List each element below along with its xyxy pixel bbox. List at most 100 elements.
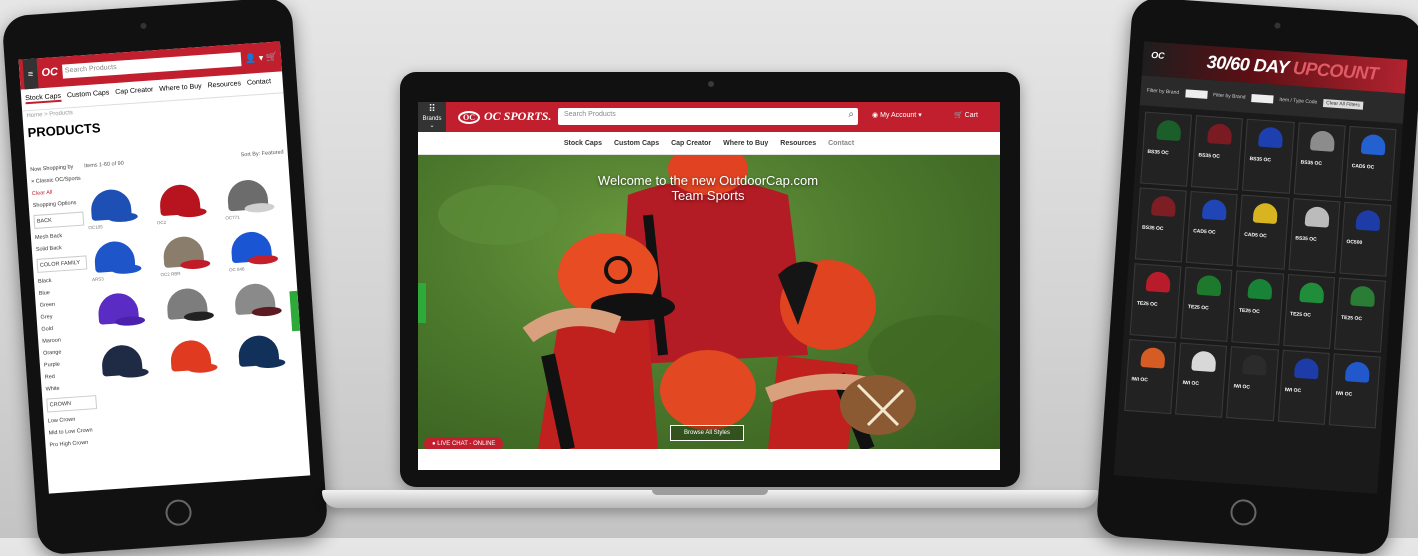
tab-resources[interactable]: Resources	[207, 80, 241, 91]
product-card[interactable]: OC2	[154, 177, 207, 225]
search-input[interactable]: Search Products ⌕	[558, 108, 858, 125]
style-code: CAD5 OC	[1244, 231, 1267, 240]
tab-where-to-buy[interactable]: Where to Buy	[159, 83, 202, 95]
closeout-card[interactable]: BS35 OC	[1140, 111, 1193, 187]
closeout-card[interactable]: BS35 OC	[1191, 115, 1244, 191]
nav-resources[interactable]: Resources	[780, 140, 816, 147]
product-card[interactable]: OC 846	[226, 224, 279, 273]
cap-image	[1202, 198, 1228, 221]
filter-group-back[interactable]: BACK	[33, 211, 85, 229]
closeout-card[interactable]: TE25 OC	[1333, 277, 1386, 353]
style-code: CAD5 OC	[1351, 163, 1375, 171]
filter-group-color[interactable]: COLOR FAMILY	[36, 255, 88, 273]
page-footer-strip	[418, 449, 1000, 470]
closeout-card[interactable]: BS35 OC	[1242, 118, 1295, 194]
logo-mark: OC	[458, 111, 480, 124]
product-card[interactable]: ARS3	[89, 234, 142, 282]
cap-image	[1355, 209, 1381, 232]
product-card[interactable]	[93, 286, 146, 333]
chevron-down-icon: ▾	[918, 112, 922, 119]
tab-stock-caps[interactable]: Stock Caps	[25, 92, 62, 105]
style-code: IWI OC	[1335, 390, 1353, 398]
site-logo[interactable]: OC OC SPORTS.	[458, 109, 551, 124]
product-card[interactable]	[230, 276, 283, 323]
closeout-card[interactable]: TE25 OC	[1180, 266, 1233, 342]
filter-label: Item / Type Code	[1279, 96, 1318, 106]
closeout-card[interactable]: TE25 OC	[1129, 263, 1182, 339]
browse-all-styles-button[interactable]: Browse All Styles	[670, 425, 744, 441]
banner-title-b: UPCOUNT	[1292, 57, 1379, 84]
product-card[interactable]	[233, 328, 286, 375]
style-code: BS35 OC	[1300, 159, 1323, 168]
product-label: OC771	[225, 214, 240, 221]
nav-contact[interactable]: Contact	[828, 140, 854, 147]
welcome-line-2: Team Sports	[671, 188, 745, 203]
closeout-card[interactable]: CAD5 OC	[1185, 190, 1239, 267]
left-tablet: ≡ OC Search Products 👤 ▾ 🛒 Stock Caps Cu…	[1, 0, 329, 556]
closeout-card[interactable]: IWI OC	[1124, 339, 1177, 415]
items-count: Items 1-60 of 90	[83, 160, 125, 170]
filter-select[interactable]	[1251, 93, 1274, 104]
closeout-card[interactable]: IWI OC	[1277, 349, 1330, 425]
closeout-card[interactable]: TE25 OC	[1231, 270, 1284, 346]
product-card[interactable]: OC105	[85, 182, 139, 230]
product-card[interactable]	[96, 337, 149, 384]
filter-group-crown[interactable]: CROWN	[46, 395, 98, 413]
product-card[interactable]: OC2 RBR	[158, 229, 211, 278]
cap-image	[1258, 126, 1284, 149]
style-code: TE25 OC	[1289, 311, 1312, 319]
nav-stock-caps[interactable]: Stock Caps	[564, 140, 602, 147]
search-icon[interactable]: ⌕	[848, 109, 854, 120]
product-card[interactable]: OC771	[222, 172, 276, 221]
tablet-screen-closeout: OC 30/60 DAY UPCOUNT Filter by Brand Fil…	[1113, 41, 1408, 494]
cap-image	[1344, 361, 1371, 383]
nav-cap-creator[interactable]: Cap Creator	[671, 140, 711, 147]
laptop-notch	[652, 490, 768, 495]
cart-link[interactable]: 🛒 Cart	[954, 111, 978, 119]
cap-image	[1145, 271, 1172, 293]
tab-cap-creator[interactable]: Cap Creator	[115, 86, 154, 98]
chat-tab[interactable]	[418, 283, 426, 323]
logo[interactable]: OC	[1151, 50, 1165, 61]
closeout-card[interactable]: TE25 OC	[1282, 273, 1335, 350]
closeout-card[interactable]: IWI OC	[1328, 353, 1381, 429]
style-code: TE25 OC	[1187, 304, 1209, 312]
filter-option[interactable]: Solid Back	[35, 240, 86, 255]
closeout-card[interactable]: CAD5 OC	[1237, 194, 1290, 270]
hamburger-icon[interactable]: ≡	[22, 58, 39, 90]
sort-select[interactable]: Sort By: Featured	[240, 149, 283, 158]
my-account-menu[interactable]: ◉ My Account ▾	[872, 111, 922, 119]
product-card[interactable]	[165, 333, 218, 380]
closeout-card[interactable]: BS35 OC	[1293, 122, 1346, 198]
nav-custom-caps[interactable]: Custom Caps	[614, 140, 659, 147]
closeout-card[interactable]: BS35 OC	[1134, 187, 1187, 263]
cap-image	[1349, 285, 1376, 308]
closeout-card[interactable]: OC500	[1339, 201, 1392, 277]
closeout-card[interactable]: IWI OC	[1226, 346, 1279, 422]
account-cart-icons[interactable]: 👤 ▾ 🛒	[245, 51, 278, 64]
style-code: IWI OC	[1131, 376, 1149, 384]
tab-contact[interactable]: Contact	[247, 78, 272, 89]
tab-custom-caps[interactable]: Custom Caps	[67, 89, 110, 101]
nav-where-to-buy[interactable]: Where to Buy	[723, 140, 768, 147]
right-tablet: OC 30/60 DAY UPCOUNT Filter by Brand Fil…	[1095, 0, 1418, 556]
live-chat-button[interactable]: ● LIVE CHAT - ONLINE	[424, 437, 504, 449]
tablet-screen-products: ≡ OC Search Products 👤 ▾ 🛒 Stock Caps Cu…	[18, 41, 311, 494]
product-label: OC2 RBR	[160, 270, 181, 278]
product-card[interactable]	[161, 281, 214, 328]
logo[interactable]: OC	[41, 66, 58, 79]
cap-image	[1207, 123, 1233, 145]
closeout-card[interactable]: CAD5 OC	[1344, 125, 1397, 201]
closeout-card[interactable]: IWI OC	[1175, 342, 1228, 418]
filter-option[interactable]: White	[45, 380, 96, 395]
search-input[interactable]: Search Products	[61, 52, 242, 79]
brands-menu[interactable]: ⠿ Brands ⌄	[418, 102, 446, 132]
style-code: BS35 OC	[1249, 155, 1272, 164]
camera	[708, 81, 714, 87]
style-code: IWI OC	[1284, 387, 1302, 395]
clear-filters-button[interactable]: Clear All Filters	[1322, 98, 1364, 110]
shopping-options-label: Shopping Options	[32, 200, 77, 210]
closeout-card[interactable]: BS35 OC	[1288, 198, 1341, 274]
filter-option[interactable]: Pro High Crown	[49, 436, 100, 451]
filter-select[interactable]	[1184, 89, 1208, 99]
